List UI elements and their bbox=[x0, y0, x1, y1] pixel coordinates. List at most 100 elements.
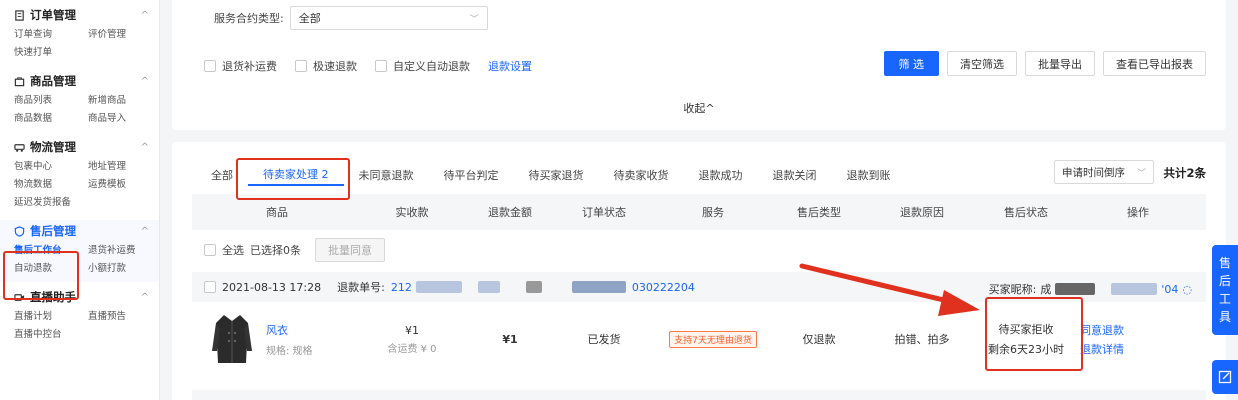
sidebar-item-goods-list[interactable]: 商品列表 bbox=[14, 94, 88, 108]
nav-head-logistics[interactable]: 物流管理 ^ bbox=[14, 136, 149, 158]
aftersale-type: 仅退款 bbox=[802, 333, 836, 346]
product-name-link[interactable]: 风衣 bbox=[266, 322, 313, 338]
sidebar-item-delay-report[interactable]: 延迟发货报备 bbox=[14, 196, 88, 210]
contract-type-select[interactable]: 全部 ﹀ bbox=[289, 6, 488, 30]
sidebar-item-aftersale-workbench[interactable]: 售后工作台 bbox=[14, 244, 88, 258]
sidebar-item-live-preview[interactable]: 直播预告 bbox=[88, 310, 162, 324]
th-actions: 操作 bbox=[1127, 206, 1149, 219]
sidebar-item-logistics-data[interactable]: 物流数据 bbox=[14, 178, 88, 192]
sidebar-item-package-center[interactable]: 包裹中心 bbox=[14, 160, 88, 174]
select-all-checkbox[interactable] bbox=[204, 244, 216, 256]
refund-no-suffix[interactable]: 030222204 bbox=[632, 281, 695, 294]
goods-bag-icon bbox=[14, 76, 25, 86]
view-exported-button[interactable]: 查看已导出报表 bbox=[1103, 51, 1206, 76]
selected-count: 已选择0条 bbox=[250, 244, 301, 257]
sidebar-item-goods-data[interactable]: 商品数据 bbox=[14, 112, 88, 126]
sidebar: 订单管理 ^ 订单查询 评价管理 快速打单 商品管理 ^ 商品列表 新增商品 商… bbox=[0, 0, 160, 400]
sidebar-item-return-freight[interactable]: 退货补运费 bbox=[88, 244, 162, 258]
sidebar-item-live-plan[interactable]: 直播计划 bbox=[14, 310, 88, 324]
th-refund-reason: 退款原因 bbox=[900, 206, 944, 219]
agree-refund-link[interactable]: 同意退款 bbox=[1080, 322, 1124, 338]
tab-buyer-returning[interactable]: 待买家退货 bbox=[514, 164, 599, 186]
sidebar-item-freight-template[interactable]: 运费模板 bbox=[88, 178, 162, 192]
edit-float-button[interactable] bbox=[1212, 360, 1238, 394]
collapse-toggle[interactable]: 收起^ bbox=[172, 100, 1226, 116]
contract-type-label: 服务合约类型: bbox=[214, 12, 284, 25]
tab-refund-declined[interactable]: 未同意退款 bbox=[344, 164, 429, 186]
bulk-bar: 全选 已选择0条 批量同意 bbox=[204, 238, 385, 262]
sidebar-item-quick-print[interactable]: 快速打单 bbox=[14, 46, 88, 60]
th-service: 服务 bbox=[702, 206, 724, 219]
service-badge: 支持7天无理由退货 bbox=[669, 330, 757, 348]
sidebar-item-address[interactable]: 地址管理 bbox=[88, 160, 162, 174]
custom-auto-refund-checkbox[interactable]: 自定义自动退款 bbox=[375, 58, 470, 74]
nav-head-goods[interactable]: 商品管理 ^ bbox=[14, 70, 149, 92]
product-spec: 规格: 规格 bbox=[266, 345, 313, 357]
tab-refund-success[interactable]: 退款成功 bbox=[684, 164, 758, 186]
blurred-refund-no bbox=[477, 281, 500, 293]
tab-refund-arrived[interactable]: 退款到账 bbox=[832, 164, 906, 186]
aftersale-list: 全部 待卖家处理 2 未同意退款 待平台判定 待买家退货 待卖家收货 退款成功 … bbox=[172, 142, 1226, 400]
checkbox-box[interactable] bbox=[295, 60, 307, 72]
sidebar-item-auto-refund[interactable]: 自动退款 bbox=[14, 262, 88, 276]
tab-seller-receiving[interactable]: 待卖家收货 bbox=[599, 164, 684, 186]
chevron-up-icon[interactable]: ^ bbox=[141, 76, 149, 87]
sidebar-item-small-payment[interactable]: 小额打款 bbox=[88, 262, 162, 276]
return-freight-checkbox[interactable]: 退货补运费 bbox=[204, 58, 277, 74]
table-header: 商品 实收款 退款金额 订单状态 服务 售后类型 退款原因 售后状态 操作 bbox=[192, 194, 1206, 230]
bulk-agree-button[interactable]: 批量同意 bbox=[315, 238, 385, 262]
status-tabs: 全部 待卖家处理 2 未同意退款 待平台判定 待买家退货 待卖家收货 退款成功 … bbox=[196, 164, 906, 186]
nav-group-orders: 订单管理 ^ 订单查询 评价管理 快速打单 bbox=[0, 4, 159, 66]
order-doc-icon bbox=[15, 9, 24, 21]
nav-head-live[interactable]: 直播助手 ^ bbox=[14, 286, 149, 308]
received-amount: ¥1 bbox=[405, 323, 419, 337]
sidebar-item-goods-import[interactable]: 商品导入 bbox=[88, 112, 162, 126]
nav-head-orders[interactable]: 订单管理 ^ bbox=[14, 4, 149, 26]
fast-refund-checkbox[interactable]: 极速退款 bbox=[295, 58, 357, 74]
order-time: 2021-08-13 17:28 bbox=[222, 280, 322, 294]
filter-panel: 服务合约类型: 全部 ﹀ 退货补运费 极速退款 自定义自动退款 退款设置 筛 选… bbox=[172, 0, 1226, 130]
tab-refund-closed[interactable]: 退款关闭 bbox=[758, 164, 832, 186]
clear-filter-button[interactable]: 清空筛选 bbox=[947, 51, 1017, 76]
chat-icon[interactable]: ◌ bbox=[1182, 283, 1192, 296]
nav-group-goods: 商品管理 ^ 商品列表 新增商品 商品数据 商品导入 bbox=[0, 70, 159, 132]
aftersale-tools-tab[interactable]: 售 后 工 具 bbox=[1212, 245, 1238, 335]
blurred-refund-no bbox=[571, 281, 626, 293]
th-received: 实收款 bbox=[395, 206, 429, 219]
aftersale-status-line2: 剩余6天23小时 bbox=[988, 343, 1064, 356]
th-aftersale-type: 售后类型 bbox=[797, 206, 841, 219]
refund-settings-link[interactable]: 退款设置 bbox=[488, 58, 532, 74]
sidebar-item-order-query[interactable]: 订单查询 bbox=[14, 28, 88, 42]
nav-head-aftersale[interactable]: 售后管理 ^ bbox=[14, 220, 149, 242]
chevron-up-icon[interactable]: ^ bbox=[141, 10, 149, 21]
total-count: 共计2条 bbox=[1163, 166, 1206, 180]
chevron-up-icon[interactable]: ^ bbox=[141, 142, 149, 153]
blurred-nickname bbox=[1055, 283, 1096, 295]
buyer-nickname: 买家昵称: 成 '04 ◌ bbox=[988, 282, 1192, 297]
tab-pending-seller[interactable]: 待卖家处理 2 bbox=[248, 164, 344, 186]
blurred-refund-no bbox=[525, 281, 542, 293]
checkbox-box[interactable] bbox=[375, 60, 387, 72]
bulk-export-button[interactable]: 批量导出 bbox=[1025, 51, 1095, 76]
filter-button[interactable]: 筛 选 bbox=[883, 51, 939, 76]
checkbox-box[interactable] bbox=[204, 60, 216, 72]
refund-detail-link[interactable]: 退款详情 bbox=[1080, 341, 1124, 357]
th-order-status: 订单状态 bbox=[582, 206, 626, 219]
refund-no-prefix[interactable]: 212 bbox=[391, 281, 412, 294]
tab-all[interactable]: 全部 bbox=[196, 164, 248, 186]
sort-select[interactable]: 申请时间倒序 ﹀ bbox=[1054, 160, 1154, 184]
live-camera-icon bbox=[14, 293, 25, 301]
chevron-up-icon[interactable]: ^ bbox=[141, 226, 149, 237]
coat-thumbnail[interactable] bbox=[212, 311, 252, 367]
sidebar-item-add-goods[interactable]: 新增商品 bbox=[88, 94, 162, 108]
order-status: 已发货 bbox=[587, 333, 621, 346]
next-order-header bbox=[192, 390, 1206, 400]
sidebar-item-live-console[interactable]: 直播中控台 bbox=[14, 328, 88, 342]
order-checkbox[interactable] bbox=[204, 281, 216, 293]
chevron-up-icon[interactable]: ^ bbox=[141, 292, 149, 303]
tab-platform-judging[interactable]: 待平台判定 bbox=[429, 164, 514, 186]
sidebar-item-review[interactable]: 评价管理 bbox=[88, 28, 162, 42]
refund-reason: 拍错、拍多 bbox=[894, 333, 950, 346]
refund-amount: ¥1 bbox=[502, 332, 518, 346]
th-refund-amount: 退款金额 bbox=[488, 206, 532, 219]
